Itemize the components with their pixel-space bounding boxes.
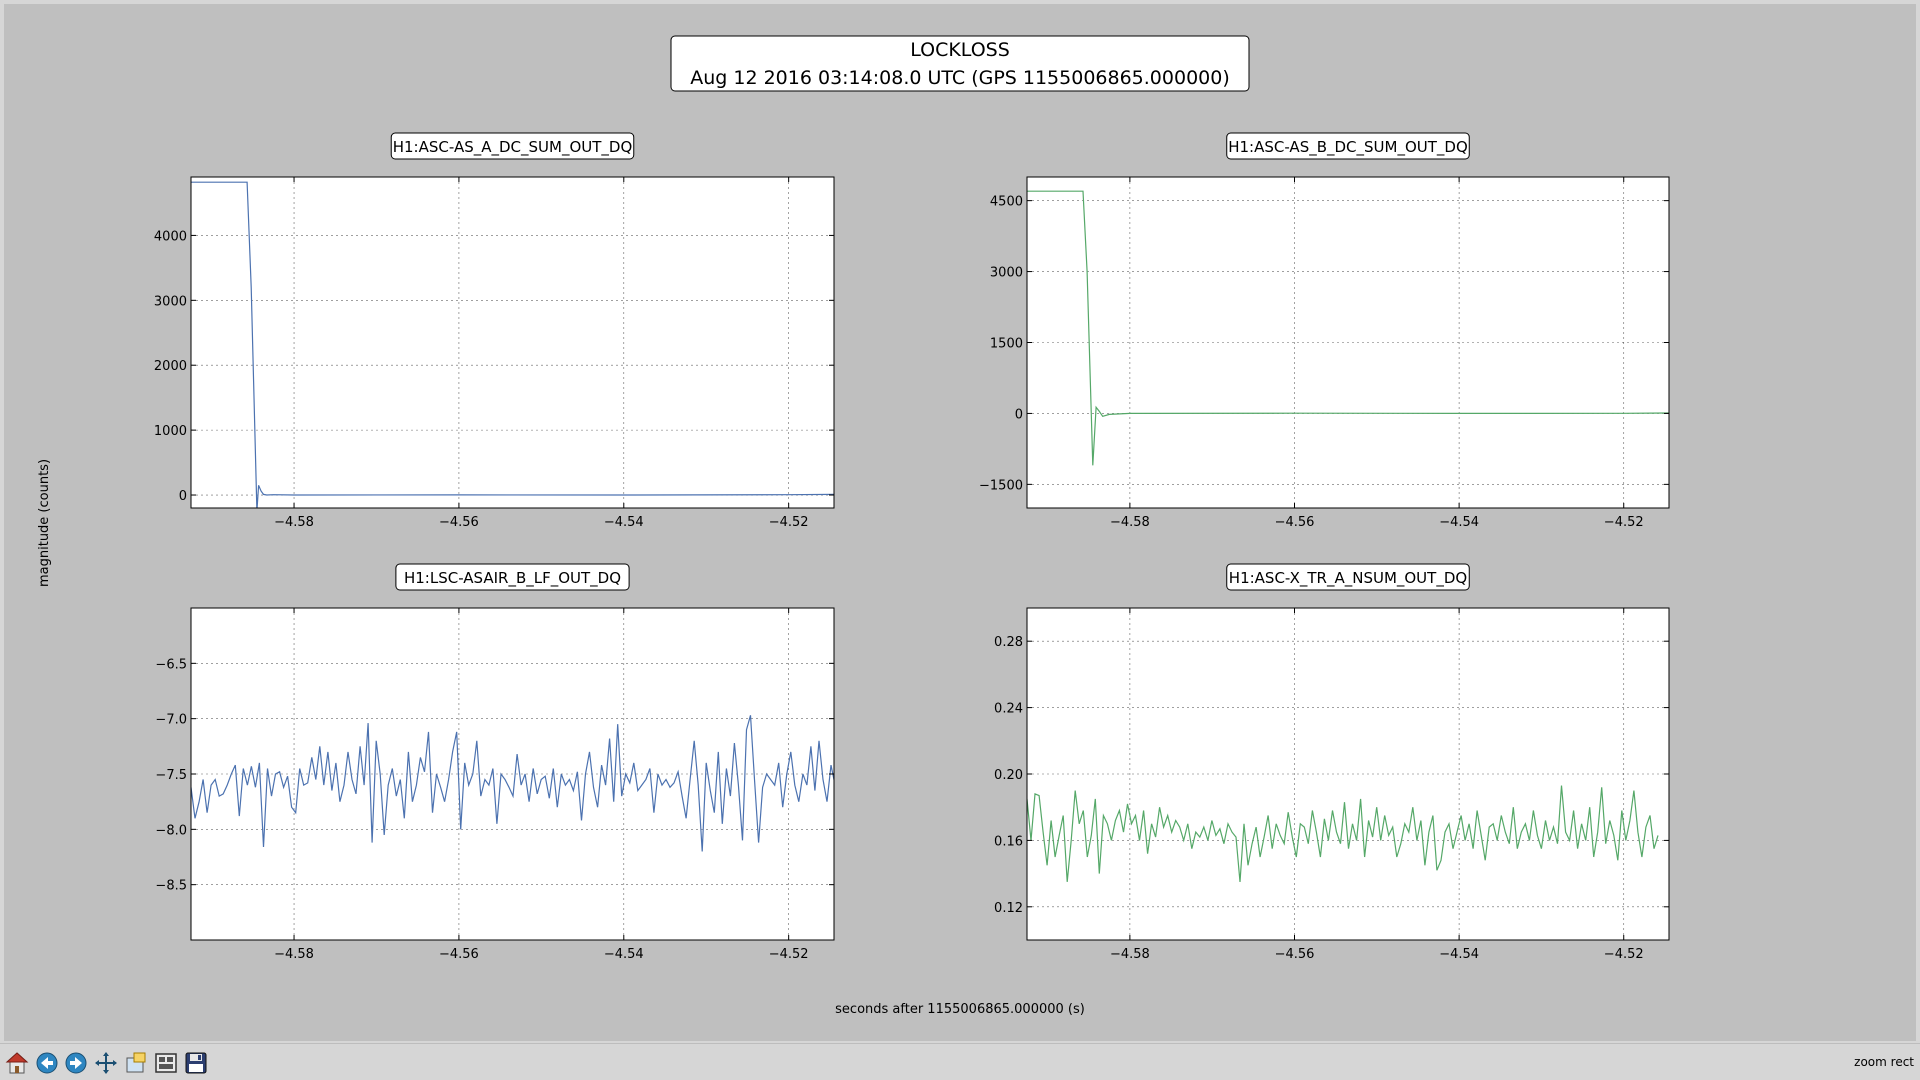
y-tick-label: 0 <box>1015 407 1023 422</box>
y-tick-label: 4500 <box>990 195 1023 210</box>
subplot-title: H1:LSC-ASAIR_B_LF_OUT_DQ <box>404 569 621 588</box>
subplot-title: H1:ASC-AS_A_DC_SUM_OUT_DQ <box>393 138 633 157</box>
back-button[interactable] <box>33 1049 60 1076</box>
floppy-disk-icon <box>185 1052 206 1073</box>
x-tick-label: −4.54 <box>1439 515 1479 530</box>
y-tick-label: 0.16 <box>994 834 1023 849</box>
x-tick-label: −4.56 <box>1275 515 1315 530</box>
subplot-4: −4.58 −4.56 −4.54 −4.52 0.12 0.16 0.20 0.24 0.28… <box>994 563 1670 962</box>
figure-subtitle: Aug 12 2016 03:14:08.0 UTC (GPS 11550068… <box>690 67 1230 89</box>
x-tick-label: −4.54 <box>604 947 644 962</box>
subplot-title: H1:ASC-AS_B_DC_SUM_OUT_DQ <box>1228 138 1468 157</box>
forward-arrow-icon <box>65 1052 86 1073</box>
x-tick-label: −4.56 <box>439 515 479 530</box>
subplot-2: −4.58 −4.56 −4.54 −4.52 −1500 0 1500 3000 4500 H1… <box>979 132 1670 530</box>
status-readout: zoom rect <box>1854 1055 1914 1069</box>
x-tick-label: −4.52 <box>1604 947 1644 962</box>
x-tick-label: −4.54 <box>1439 947 1479 962</box>
x-axis-label: seconds after 1155006865.000000 (s) <box>835 1002 1085 1017</box>
y-tick-label: 1000 <box>154 424 187 439</box>
home-icon <box>5 1051 28 1073</box>
navigation-toolbar: zoom rect <box>0 1043 1920 1080</box>
y-tick-label: 0 <box>179 489 187 504</box>
y-tick-label: 2000 <box>154 359 187 374</box>
x-tick-label: −4.58 <box>274 515 314 530</box>
y-tick-label: 3000 <box>990 266 1023 281</box>
y-tick-label: −1500 <box>979 478 1023 493</box>
subplots-icon <box>154 1052 177 1073</box>
y-tick-label: 4000 <box>154 229 187 244</box>
y-tick-label: 3000 <box>154 294 187 309</box>
y-tick-label: −7.5 <box>155 768 187 783</box>
y-tick-label: 0.24 <box>994 702 1023 717</box>
pan-button[interactable] <box>92 1049 119 1076</box>
x-tick-label: −4.58 <box>274 947 314 962</box>
subplot-1: −4.58 −4.56 −4.54 −4.52 0 1000 2000 3000 4000 H1:… <box>154 132 835 530</box>
subplots-button[interactable] <box>152 1049 179 1076</box>
y-tick-label: −7.0 <box>155 713 187 728</box>
x-tick-label: −4.52 <box>769 515 809 530</box>
x-tick-label: −4.58 <box>1110 515 1150 530</box>
home-button[interactable] <box>3 1049 30 1076</box>
y-tick-label: 1500 <box>990 337 1023 352</box>
x-tick-label: −4.56 <box>439 947 479 962</box>
subplot-title: H1:ASC-X_TR_A_NSUM_OUT_DQ <box>1229 569 1467 588</box>
figure-canvas: LOCKLOSS Aug 12 2016 03:14:08.0 UTC (GPS… <box>0 0 1920 1080</box>
zoom-rect-icon <box>126 1052 145 1072</box>
x-tick-label: −4.52 <box>769 947 809 962</box>
y-tick-label: −8.0 <box>155 823 187 838</box>
x-tick-label: −4.58 <box>1110 947 1150 962</box>
forward-button[interactable] <box>62 1049 89 1076</box>
x-tick-label: −4.54 <box>604 515 644 530</box>
zoom-button[interactable] <box>122 1049 149 1076</box>
y-tick-label: −8.5 <box>155 879 187 894</box>
plot-area[interactable] <box>191 177 834 508</box>
subplot-3: −4.58 −4.56 −4.54 −4.52 −8.5 −8.0 −7.5 −7.0 −6.5… <box>155 563 835 962</box>
y-tick-label: 0.28 <box>994 635 1023 650</box>
y-tick-label: 0.20 <box>994 768 1023 783</box>
figure-title: LOCKLOSS <box>910 39 1010 61</box>
y-axis-label: magnitude (counts) <box>37 459 52 587</box>
x-tick-label: −4.56 <box>1275 947 1315 962</box>
y-tick-label: −6.5 <box>155 657 187 672</box>
y-tick-label: 0.12 <box>994 901 1023 916</box>
save-button[interactable] <box>182 1049 209 1076</box>
back-arrow-icon <box>36 1052 57 1073</box>
x-tick-label: −4.52 <box>1604 515 1644 530</box>
move-icon <box>94 1051 117 1074</box>
